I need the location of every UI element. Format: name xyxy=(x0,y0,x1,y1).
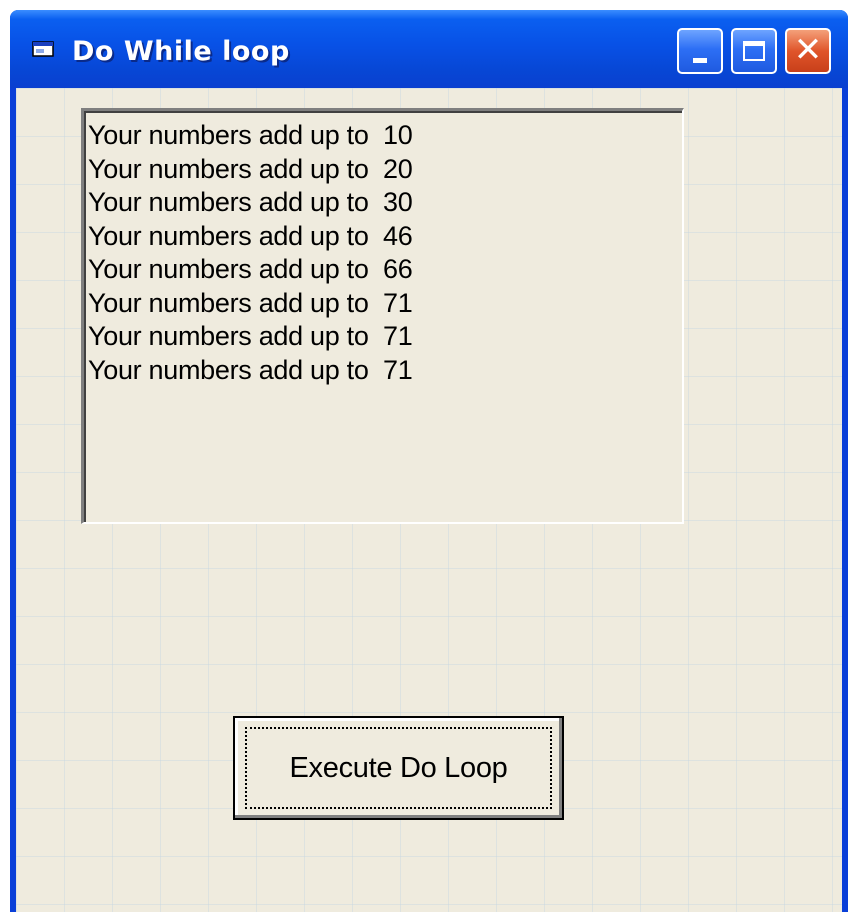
list-item[interactable]: Your numbers add up to 30 xyxy=(88,186,682,220)
minimize-button[interactable] xyxy=(677,28,723,74)
form-window-icon xyxy=(32,41,54,57)
maximize-icon xyxy=(743,41,765,61)
minimize-icon xyxy=(693,57,707,63)
list-item[interactable]: Your numbers add up to 71 xyxy=(88,320,682,354)
list-item[interactable]: Your numbers add up to 20 xyxy=(88,153,682,187)
execute-do-loop-button[interactable]: Execute Do Loop xyxy=(233,716,564,820)
list-item[interactable]: Your numbers add up to 71 xyxy=(88,354,682,388)
title-bar[interactable]: Do While loop ✕ xyxy=(10,10,848,88)
window-title: Do While loop xyxy=(72,36,290,67)
close-button[interactable]: ✕ xyxy=(785,28,831,74)
form-client-area: Your numbers add up to 10 Your numbers a… xyxy=(16,88,842,912)
list-item[interactable]: Your numbers add up to 46 xyxy=(88,220,682,254)
close-icon: ✕ xyxy=(793,30,823,70)
app-window: Do While loop ✕ Your numbers add up to 1… xyxy=(10,10,848,912)
list-item[interactable]: Your numbers add up to 10 xyxy=(88,119,682,153)
results-listbox[interactable]: Your numbers add up to 10 Your numbers a… xyxy=(81,108,684,524)
list-item[interactable]: Your numbers add up to 71 xyxy=(88,287,682,321)
list-item[interactable]: Your numbers add up to 66 xyxy=(88,253,682,287)
maximize-button[interactable] xyxy=(731,28,777,74)
execute-button-label: Execute Do Loop xyxy=(289,751,508,784)
